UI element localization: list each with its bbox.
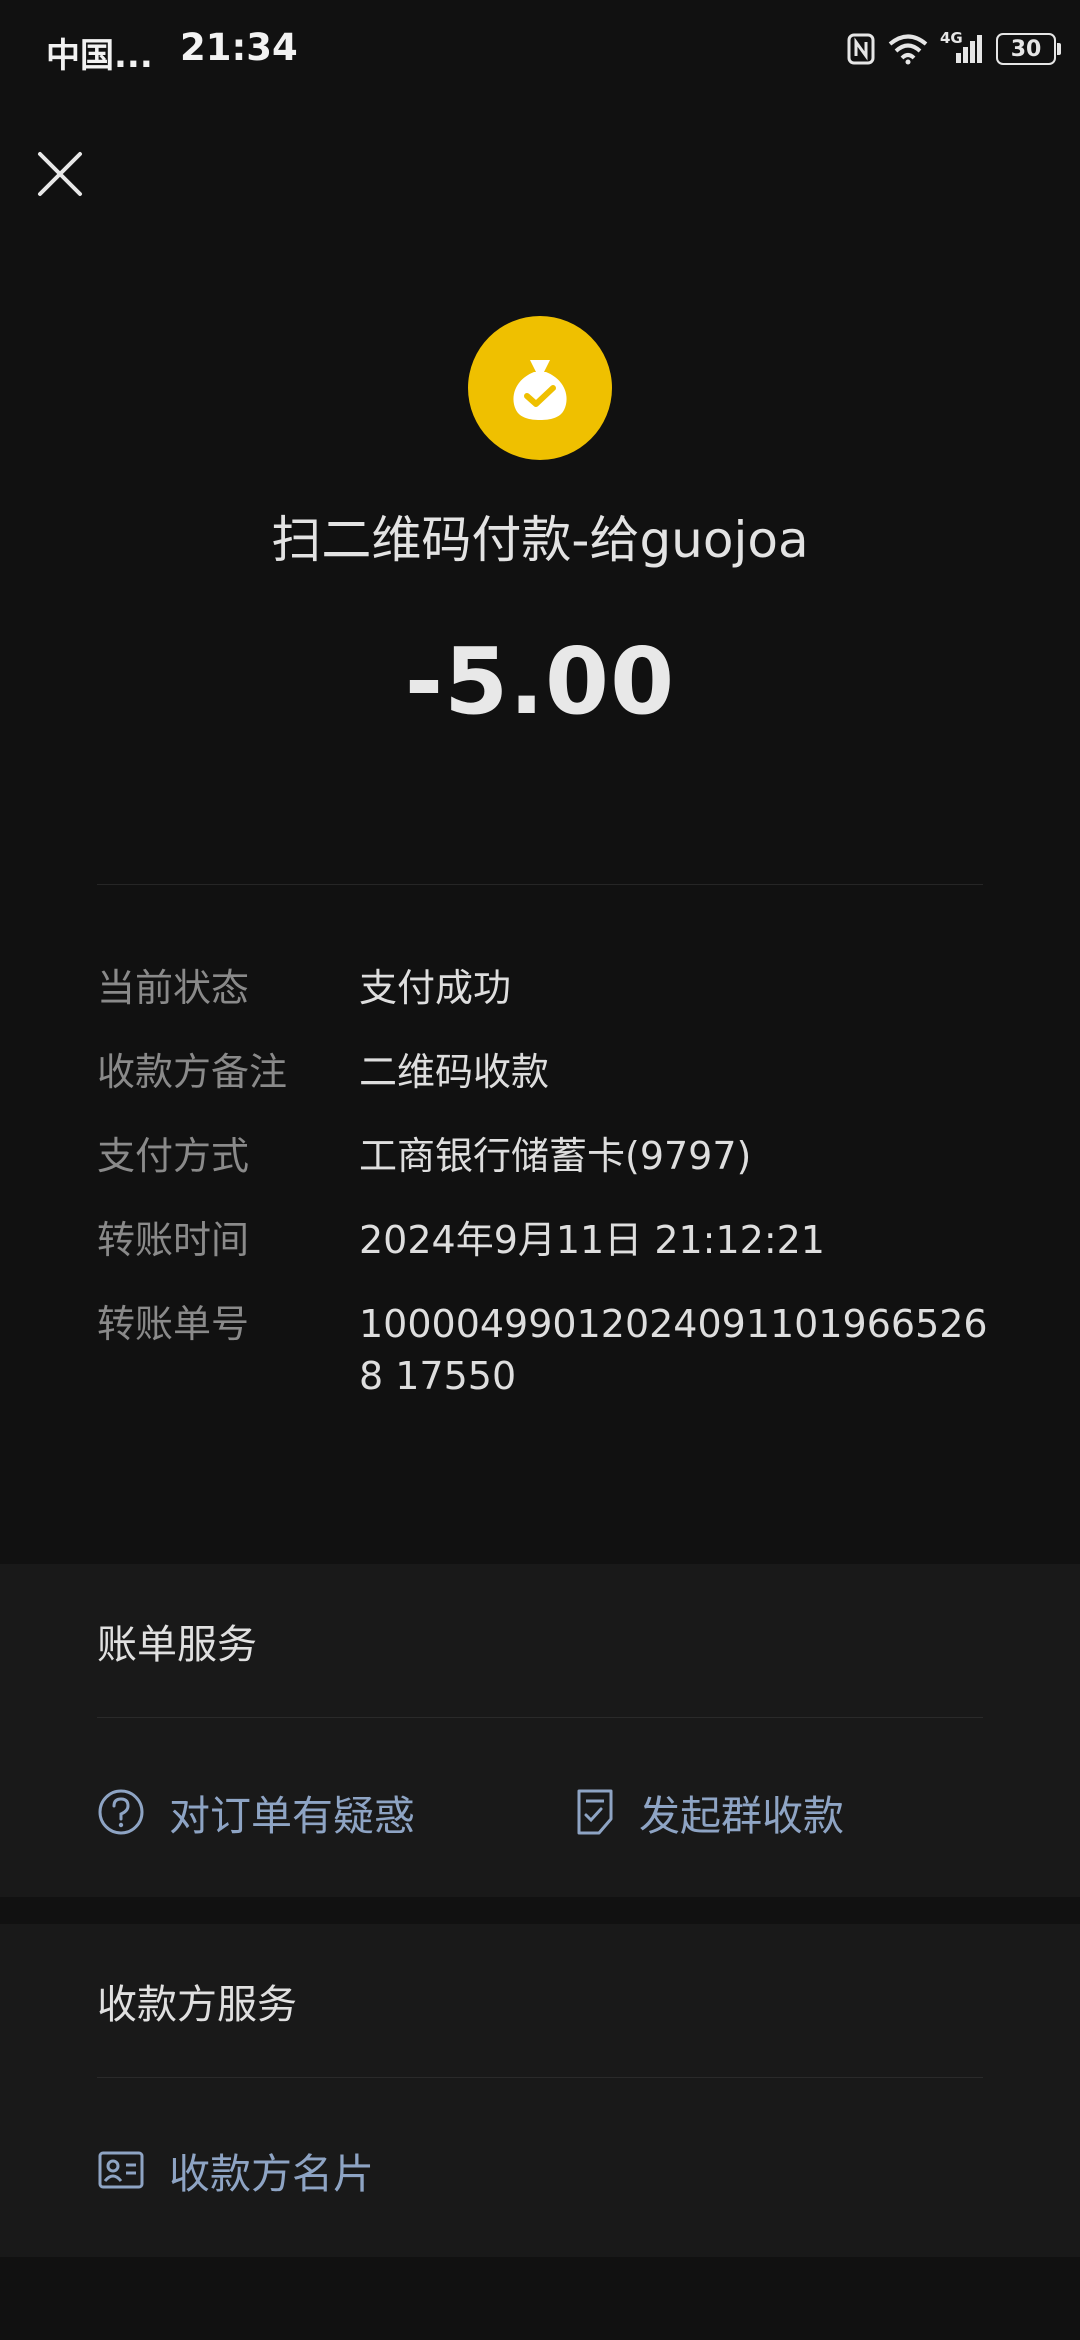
cellular-signal-icon: 4G — [940, 29, 984, 65]
detail-row-order-number: 转账单号 100004990120240911019665268 17550 — [97, 1298, 997, 1402]
detail-row-payment-method: 支付方式 工商银行储蓄卡(9797) — [97, 1130, 997, 1182]
detail-label: 支付方式 — [97, 1134, 250, 1178]
divider — [97, 2077, 983, 2078]
detail-label: 收款方备注 — [97, 1050, 288, 1094]
question-circle-icon — [98, 1789, 144, 1835]
divider — [97, 884, 983, 885]
detail-label: 当前状态 — [97, 966, 250, 1010]
clock: 21:34 — [180, 26, 298, 69]
detail-row-status: 当前状态 支付成功 — [97, 962, 997, 1014]
nfc-icon — [847, 33, 875, 65]
detail-label: 转账时间 — [97, 1218, 250, 1262]
detail-label: 转账单号 — [97, 1302, 250, 1346]
payee-card-button[interactable]: 收款方名片 — [97, 2140, 374, 2200]
detail-value: 2024年9月11日 21:12:21 — [359, 1218, 825, 1262]
status-bar: 中国... 21:34 4G 30 — [0, 0, 1080, 100]
contact-card-icon — [98, 2151, 144, 2189]
transaction-amount: -5.00 — [404, 628, 676, 735]
payee-card-label: 收款方名片 — [169, 2150, 374, 2198]
checklist-doc-icon — [577, 1789, 613, 1835]
detail-value: 二维码收款 — [359, 1050, 550, 1094]
detail-value[interactable]: 100004990120240911019665268 17550 — [359, 1298, 989, 1402]
bill-service-section: 账单服务 对订单有疑惑 发起群收款 — [0, 1564, 1080, 1897]
order-inquiry-label: 对订单有疑惑 — [169, 1792, 415, 1840]
detail-value: 支付成功 — [359, 966, 512, 1010]
section-title: 收款方服务 — [97, 1982, 297, 2028]
payee-service-section: 收款方服务 收款方名片 — [0, 1924, 1080, 2257]
transaction-details: 当前状态 支付成功 收款方备注 二维码收款 支付方式 工商银行储蓄卡(9797)… — [97, 962, 997, 1434]
group-collection-button[interactable]: 发起群收款 — [575, 1782, 844, 1842]
close-icon — [38, 152, 82, 196]
section-title: 账单服务 — [97, 1622, 257, 1668]
detail-row-remark: 收款方备注 二维码收款 — [97, 1046, 997, 1098]
wifi-icon — [888, 34, 928, 65]
order-inquiry-button[interactable]: 对订单有疑惑 — [97, 1782, 415, 1842]
close-button[interactable] — [34, 148, 86, 200]
group-collection-label: 发起群收款 — [639, 1792, 844, 1840]
money-bag-check-icon — [513, 360, 567, 420]
divider — [97, 1717, 983, 1718]
transaction-title: 扫二维码付款-给guojoa — [271, 511, 809, 569]
merchant-logo — [468, 316, 612, 460]
carrier-label: 中国... — [46, 36, 153, 76]
battery-level: 30 — [1010, 36, 1042, 62]
battery-icon: 30 — [996, 33, 1061, 65]
status-icons: 4G 30 — [846, 29, 1061, 66]
detail-value: 工商银行储蓄卡(9797) — [359, 1134, 752, 1178]
detail-row-time: 转账时间 2024年9月11日 21:12:21 — [97, 1214, 997, 1266]
